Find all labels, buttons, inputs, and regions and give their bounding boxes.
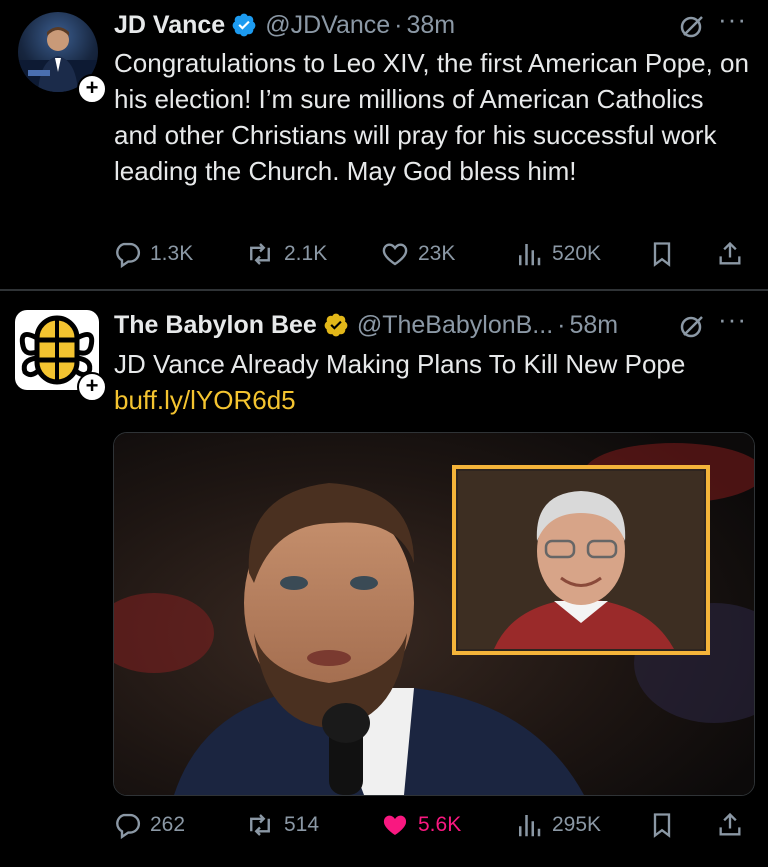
bookmark-button[interactable] (648, 236, 684, 272)
timestamp[interactable]: 58m (569, 311, 618, 340)
heart-icon (383, 815, 407, 835)
views-count: 520K (552, 242, 602, 265)
reply-count: 1.3K (150, 242, 194, 265)
tweet-text: Congratulations to Leo XIV, the first Am… (114, 48, 749, 186)
grok-icon[interactable] (678, 12, 706, 40)
views-button[interactable]: 520K (514, 236, 601, 272)
reply-icon (116, 813, 141, 840)
like-button[interactable]: 5.6K (380, 807, 461, 843)
tweet-jdvance[interactable]: + JD Vance @JDVance · 38m ··· Congratula… (0, 0, 768, 290)
tweet-link[interactable]: buff.ly/lYOR6d5 (114, 382, 754, 418)
tweet-babylonbee[interactable]: + The Babylon Bee @TheBabylonB... · 58m … (0, 292, 768, 867)
reply-button[interactable]: 1.3K (112, 236, 193, 272)
tweet-text: JD Vance Already Making Plans To Kill Ne… (114, 346, 754, 418)
like-button[interactable]: 23K (380, 236, 455, 272)
action-bar: 262 514 5.6K 295K (112, 807, 752, 843)
separator-dot: · (394, 10, 403, 39)
timestamp[interactable]: 38m (406, 11, 455, 40)
handle[interactable]: @JDVance (265, 11, 390, 40)
tweet-text-body: JD Vance Already Making Plans To Kill Ne… (114, 349, 686, 379)
display-name[interactable]: The Babylon Bee (114, 311, 317, 340)
reply-icon (116, 242, 141, 269)
repost-icon (250, 243, 270, 265)
bookmark-icon (653, 813, 671, 838)
views-icon (519, 815, 541, 837)
repost-count: 514 (284, 813, 320, 836)
verified-badge-icon[interactable] (323, 312, 349, 338)
views-count: 295K (552, 813, 602, 836)
verified-badge-icon[interactable] (231, 12, 257, 38)
like-count: 5.6K (418, 813, 462, 836)
share-icon (719, 241, 741, 265)
heart-icon (382, 243, 408, 266)
handle[interactable]: @TheBabylonB... (357, 311, 553, 340)
tweet-header: The Babylon Bee @TheBabylonB... · 58m (114, 308, 618, 342)
reply-button[interactable]: 262 (112, 807, 185, 843)
media-photo (114, 433, 754, 795)
reply-count: 262 (150, 813, 186, 836)
views-button[interactable]: 295K (514, 807, 601, 843)
separator-dot: · (557, 310, 566, 339)
repost-icon (250, 814, 270, 836)
repost-button[interactable]: 2.1K (244, 236, 327, 272)
share-button[interactable] (716, 807, 752, 843)
action-bar: 1.3K 2.1K 23K 520K (112, 236, 752, 272)
bookmark-icon (653, 242, 671, 267)
share-button[interactable] (716, 236, 752, 272)
display-name[interactable]: JD Vance (114, 11, 225, 40)
bookmark-button[interactable] (648, 807, 684, 843)
tweet-header: JD Vance @JDVance · 38m (114, 8, 455, 42)
views-icon (519, 244, 541, 266)
tweet-media-image[interactable] (113, 432, 755, 796)
more-icon[interactable]: ··· (718, 304, 747, 335)
share-icon (719, 812, 741, 836)
like-count: 23K (418, 242, 456, 265)
more-icon[interactable]: ··· (718, 4, 747, 35)
grok-icon[interactable] (678, 312, 706, 340)
follow-plus-icon[interactable]: + (77, 372, 107, 402)
repost-button[interactable]: 514 (244, 807, 319, 843)
follow-plus-icon[interactable]: + (77, 74, 107, 104)
repost-count: 2.1K (284, 242, 328, 265)
